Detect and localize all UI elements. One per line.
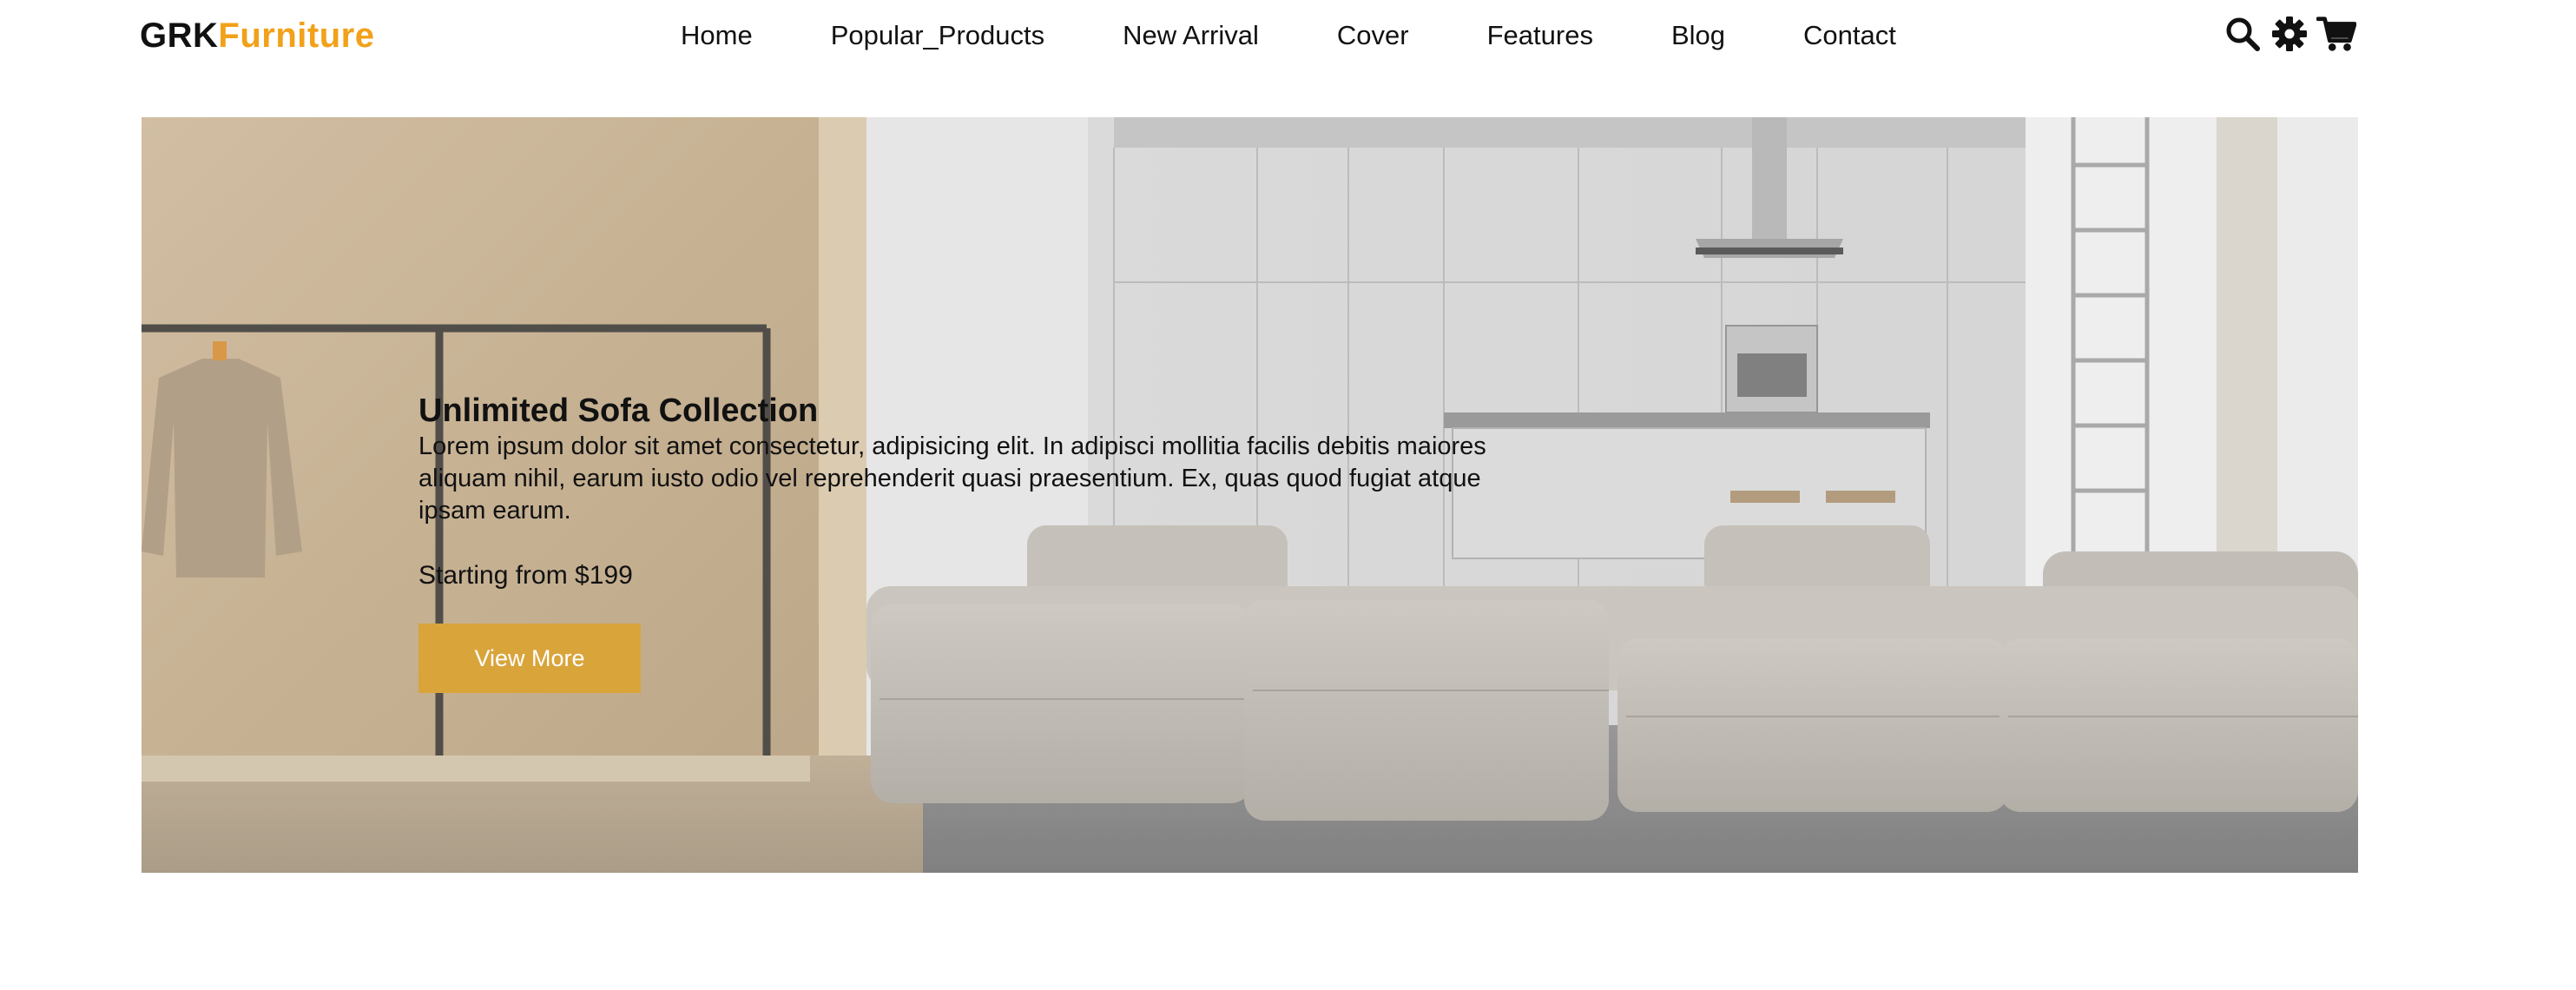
hero-description: Lorem ipsum dolor sit amet consectetur, … — [418, 432, 1486, 525]
site-header: GRKFurniture Home Popular_Products New A… — [0, 0, 2576, 71]
nav-new-arrival[interactable]: New Arrival — [1123, 16, 1259, 55]
logo-text-accent: Furniture — [218, 16, 375, 55]
hero-banner: Unlimited Sofa Collection Lorem ipsum do… — [142, 117, 2358, 873]
nav-blog[interactable]: Blog — [1671, 16, 1725, 55]
nav-home[interactable]: Home — [681, 16, 753, 55]
search-icon[interactable] — [2223, 12, 2263, 56]
hero-content: Unlimited Sofa Collection Lorem ipsum do… — [418, 393, 1547, 693]
gear-icon[interactable] — [2270, 12, 2309, 56]
cart-icon[interactable] — [2316, 12, 2356, 56]
nav-cover[interactable]: Cover — [1337, 16, 1409, 55]
view-more-button[interactable]: View More — [418, 624, 641, 693]
hero-title: Unlimited Sofa Collection — [418, 393, 819, 429]
hero-price: Starting from $199 — [418, 561, 633, 590]
logo[interactable]: GRKFurniture — [140, 15, 374, 56]
main-nav: Home Popular_Products New Arrival Cover … — [681, 16, 1896, 55]
nav-popular-products[interactable]: Popular_Products — [831, 16, 1044, 55]
nav-features[interactable]: Features — [1487, 16, 1593, 55]
nav-contact[interactable]: Contact — [1803, 16, 1896, 55]
header-actions — [2223, 12, 2356, 56]
logo-text-primary: GRK — [140, 16, 219, 55]
